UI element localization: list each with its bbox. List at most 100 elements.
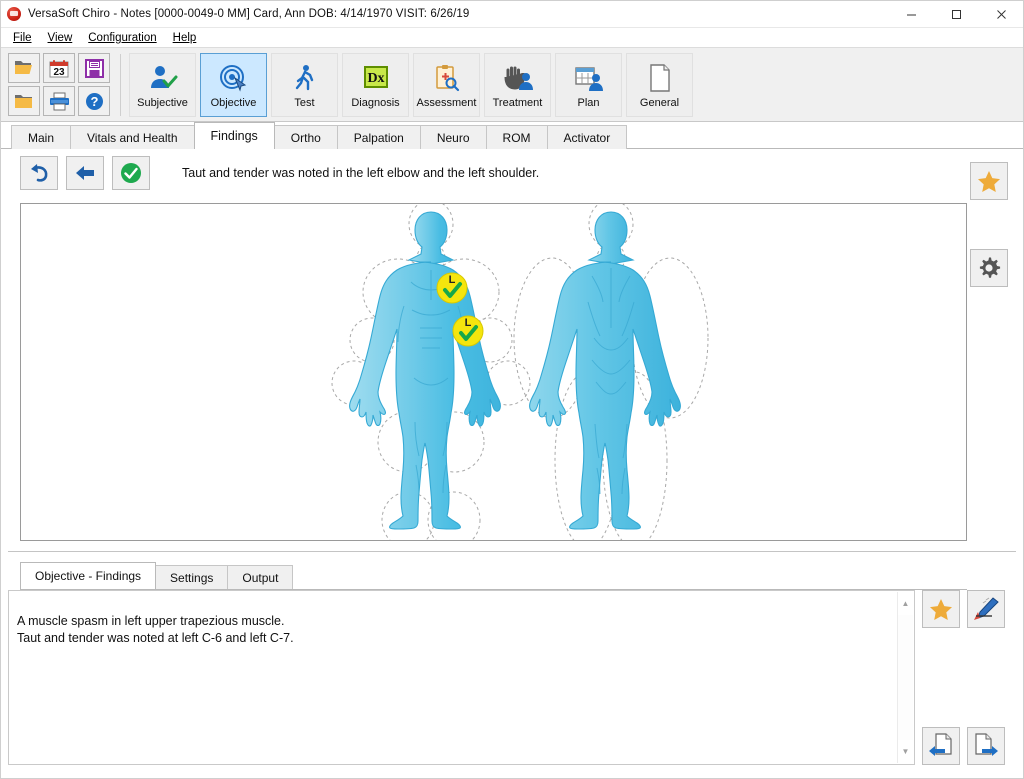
marker-left-shoulder[interactable]: L (436, 272, 468, 304)
document-right-arrow-icon (975, 733, 998, 756)
tab-rom-label: ROM (502, 130, 531, 145)
toolbar-main-buttons: Subjective Objective Test Dx Diagnosis A… (129, 52, 693, 117)
window-controls (889, 0, 1024, 28)
tab-main[interactable]: Main (11, 125, 72, 149)
next-document-button[interactable] (967, 727, 1005, 765)
maximize-button[interactable] (934, 0, 979, 28)
posterior-body-figure (513, 204, 709, 540)
general-label: General (639, 96, 680, 109)
close-button[interactable] (979, 0, 1024, 28)
tab-activator[interactable]: Activator (546, 125, 628, 149)
tab-ortho[interactable]: Ortho (273, 125, 338, 149)
treatment-button[interactable]: Treatment (484, 52, 551, 117)
tab-palpation[interactable]: Palpation (336, 125, 421, 149)
tab-activator-label: Activator (563, 130, 611, 145)
body-diagram-panel: L L (20, 203, 967, 541)
print-button[interactable] (43, 86, 75, 116)
calendar-icon: 23 (49, 59, 69, 78)
section-tabs: Main Vitals and Health Findings Ortho Pa… (0, 122, 1024, 149)
clipboard-search-icon (434, 62, 460, 94)
back-button[interactable] (66, 156, 104, 190)
question-mark-icon: ? (85, 92, 103, 110)
body-diagram-canvas[interactable]: L L (20, 203, 967, 541)
subjective-label: Subjective (137, 96, 188, 109)
general-button[interactable]: General (626, 52, 693, 117)
toolbar-separator (120, 53, 121, 116)
bottom-tab-output[interactable]: Output (227, 565, 294, 589)
menu-item-help[interactable]: Help (165, 30, 205, 46)
assessment-label: Assessment (416, 96, 477, 109)
menu-file-label: File (13, 31, 32, 44)
calendar-button[interactable]: 23 (43, 53, 75, 83)
svg-text:23: 23 (53, 67, 65, 78)
toolbar: 23 ? Subjective Objective Test Dx Diagno… (0, 48, 1024, 122)
settings-button[interactable] (970, 249, 1008, 287)
diagnosis-label: Diagnosis (351, 96, 400, 109)
notes-edit-button[interactable] (967, 590, 1005, 628)
scroll-down-button[interactable]: ▼ (902, 740, 910, 763)
panel-divider (8, 551, 1016, 552)
menu-item-view[interactable]: View (40, 30, 81, 46)
marker-left-elbow[interactable]: L (452, 315, 484, 347)
star-icon (930, 598, 952, 620)
bottom-tab-settings-label: Settings (170, 570, 214, 585)
window-title: VersaSoft Chiro - Notes [0000-0049-0 MM]… (28, 7, 470, 20)
person-check-icon (148, 62, 178, 94)
hand-person-icon (503, 62, 533, 94)
tab-ortho-label: Ortho (290, 130, 321, 145)
star-icon (978, 170, 1000, 192)
confirm-button[interactable] (112, 156, 150, 190)
menu-help-label: Help (172, 31, 197, 44)
objective-button[interactable]: Objective (200, 52, 267, 117)
favorites-button[interactable] (970, 162, 1008, 200)
notes-textarea[interactable]: A muscle spasm in left upper trapezious … (8, 590, 915, 765)
folder-icon (15, 94, 32, 108)
svg-text:?: ? (90, 94, 98, 109)
bottom-panel-tabs: Objective - Findings Settings Output (20, 562, 294, 589)
svg-text:L: L (449, 274, 456, 286)
svg-text:Dx: Dx (367, 71, 384, 86)
subjective-button[interactable]: Subjective (129, 52, 196, 117)
left-arrow-icon (76, 166, 94, 180)
gear-icon (979, 257, 1001, 278)
folder-button[interactable] (8, 86, 40, 116)
undo-button[interactable] (20, 156, 58, 190)
status-text: Taut and tender was noted in the left el… (182, 166, 540, 180)
tab-rom[interactable]: ROM (485, 125, 548, 149)
tab-findings[interactable]: Findings (193, 122, 275, 149)
app-logo-icon (7, 6, 21, 21)
menu-view-label: View (47, 31, 73, 44)
previous-document-button[interactable] (922, 727, 960, 765)
scroll-track[interactable] (898, 615, 913, 740)
tab-neuro[interactable]: Neuro (419, 125, 487, 149)
dx-icon: Dx (362, 62, 390, 94)
bottom-tab-objective-findings[interactable]: Objective - Findings (20, 562, 157, 589)
notes-scrollbar[interactable]: ▲ ▼ (897, 592, 913, 763)
tab-vitals-and-health[interactable]: Vitals and Health (70, 125, 195, 149)
notes-favorites-button[interactable] (922, 590, 960, 628)
menu-item-configuration[interactable]: Configuration (80, 30, 164, 46)
bottom-tab-objective-findings-label: Objective - Findings (35, 569, 142, 583)
toolbar-small-buttons: 23 ? (8, 53, 110, 116)
test-button[interactable]: Test (271, 52, 338, 117)
save-button[interactable] (78, 53, 110, 83)
running-person-icon (293, 62, 317, 94)
printer-icon (49, 92, 69, 110)
tab-main-label: Main (28, 130, 55, 145)
floppy-disk-icon (84, 58, 104, 78)
diagnosis-button[interactable]: Dx Diagnosis (342, 52, 409, 117)
folder-open-icon (15, 61, 32, 74)
green-check-icon (121, 163, 141, 183)
minimize-button[interactable] (889, 0, 934, 28)
menu-item-file[interactable]: File (5, 30, 40, 46)
plan-button[interactable]: Plan (555, 52, 622, 117)
bottom-tab-settings[interactable]: Settings (155, 565, 229, 589)
assessment-button[interactable]: Assessment (413, 52, 480, 117)
help-button[interactable]: ? (78, 86, 110, 116)
open-folder-button[interactable] (8, 53, 40, 83)
tab-vitals-and-health-label: Vitals and Health (87, 130, 178, 145)
action-bar: Taut and tender was noted in the left el… (0, 149, 1024, 197)
scroll-up-button[interactable]: ▲ (902, 592, 910, 615)
tab-palpation-label: Palpation (353, 130, 404, 145)
objective-label: Objective (210, 96, 257, 109)
